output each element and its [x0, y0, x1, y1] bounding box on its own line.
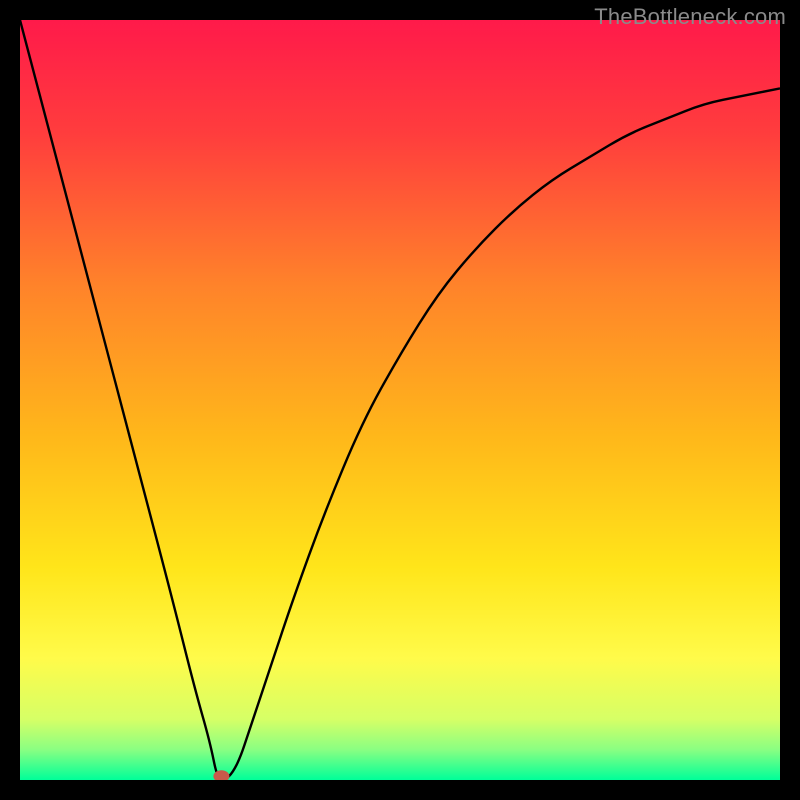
chart-svg	[20, 20, 780, 780]
plot-frame	[20, 20, 780, 780]
watermark: TheBottleneck.com	[594, 4, 786, 30]
chart-background	[20, 20, 780, 780]
